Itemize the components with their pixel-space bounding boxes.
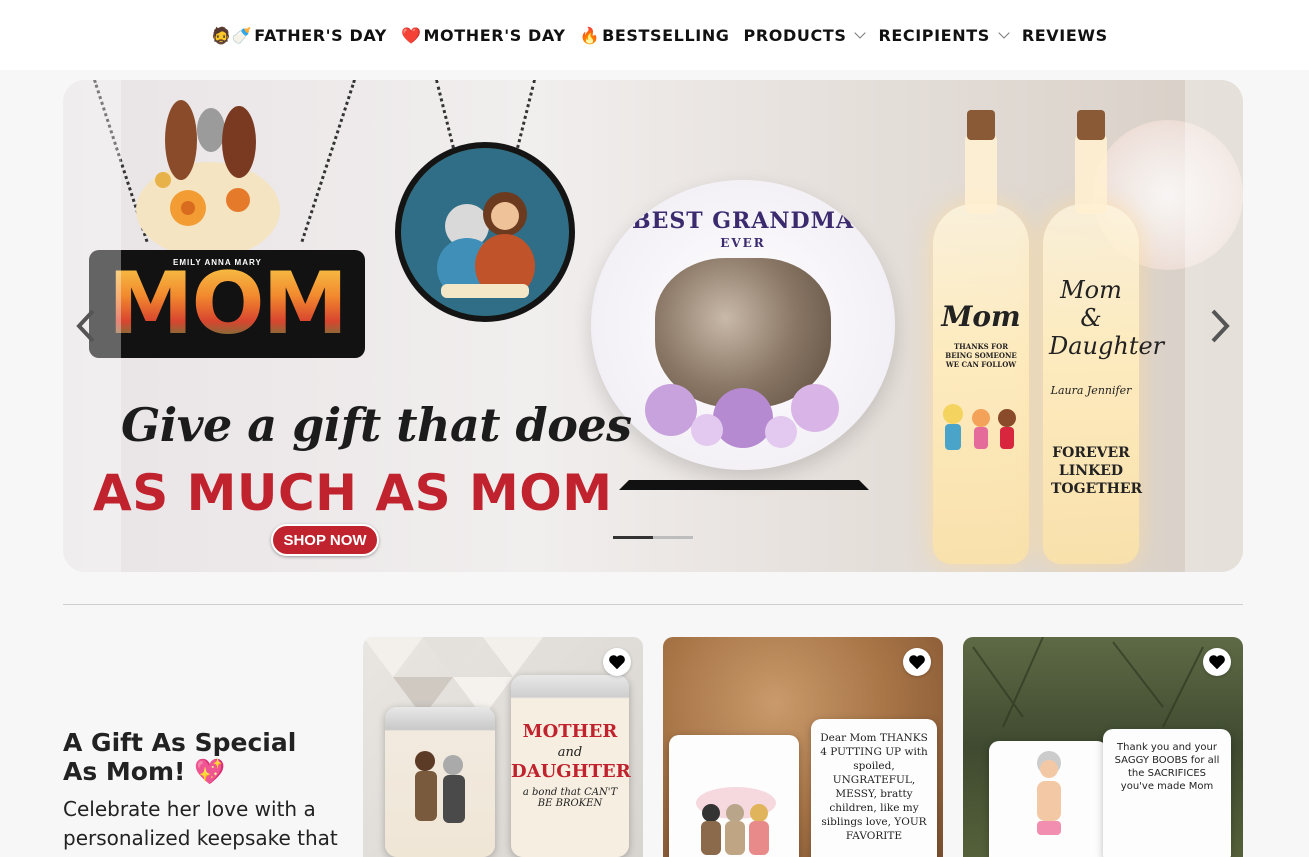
intro-title: A Gift As Special As Mom! 💖 (63, 728, 297, 786)
nav-fathers-day-label: FATHER'S DAY (254, 25, 387, 45)
mom-daughter-bottle-light: Mom & Daughter Laura Jennifer FOREVER LI… (1043, 110, 1165, 564)
mom-sign-names: EMILY ANNA MARY (173, 258, 262, 267)
tumbler-text-mother: MOTHER (522, 721, 618, 742)
bottle2-names: Laura Jennifer (1050, 384, 1132, 397)
women-illustration (136, 100, 280, 258)
wishlist-button[interactable] (903, 648, 931, 676)
bottle1-text: THANKS FOR BEING SOMEONE WE CAN FOLLOW (945, 342, 1017, 369)
intro-body: Celebrate her love with a personalized k… (63, 797, 338, 850)
saggy-mug-text: Thank you and your SAGGY BOOBS for all t… (1114, 742, 1220, 792)
mug-right: Dear Mom THANKS 4 PUTTING UP with spoile… (811, 719, 937, 857)
tumbler-left (385, 707, 495, 857)
mug-right: Thank you and your SAGGY BOOBS for all t… (1103, 729, 1231, 857)
dear-mom-mug-text: Dear Mom THANKS 4 PUTTING UP with spoile… (820, 732, 928, 842)
mom-bottle-light: Mom THANKS FOR BEING SOMEONE WE CAN FOLL… (933, 110, 1029, 564)
grandma-stained-glass (395, 142, 575, 322)
plate-subtitle: EVER (720, 236, 766, 250)
fire-icon: 🔥 (579, 25, 601, 45)
nav-reviews-label: REVIEWS (1021, 25, 1108, 45)
carousel-dot-1[interactable] (613, 536, 653, 539)
product-card-tumblers[interactable]: MOTHER and DAUGHTER a bond that CAN'T BE… (363, 637, 643, 857)
plate-title: BEST GRANDMA (631, 208, 855, 234)
nav-recipients-label: RECIPIENTS (878, 25, 990, 45)
tumbler-right: MOTHER and DAUGHTER a bond that CAN'T BE… (511, 675, 631, 857)
nav-bestselling[interactable]: 🔥 BESTSELLING (580, 26, 730, 45)
wishlist-button[interactable] (603, 648, 631, 676)
hero-subheadline: AS MUCH AS MOM (93, 464, 613, 522)
product-card-dear-mom-mug[interactable]: Dear Mom THANKS 4 PUTTING UP with spoile… (663, 637, 943, 857)
heart-icon: ❤️ (401, 25, 422, 45)
nav-fathers-day[interactable]: 🧔🍼 FATHER'S DAY (211, 26, 387, 45)
father-baby-icon: 🧔🍼 (211, 25, 253, 45)
chevron-down-icon (998, 27, 1010, 39)
plate-stand (619, 410, 869, 490)
heart-icon (609, 655, 625, 670)
mom-sign-text: MOM (107, 254, 348, 354)
main-nav: 🧔🍼 FATHER'S DAY ❤️ MOTHER'S DAY 🔥 BESTSE… (0, 0, 1309, 70)
nav-mothers-day[interactable]: ❤️ MOTHER'S DAY (401, 26, 566, 45)
nav-bestselling-label: BESTSELLING (602, 25, 730, 45)
tumbler-text-tag: a bond that CAN'T BE BROKEN (522, 787, 618, 809)
nav-mothers-day-label: MOTHER'S DAY (423, 25, 566, 45)
carousel-next-button[interactable] (1205, 306, 1235, 346)
chevron-left-icon (76, 309, 95, 343)
wishlist-button[interactable] (1203, 648, 1231, 676)
carousel-dots (613, 536, 693, 539)
hero-banner[interactable]: MOM EMILY ANNA MARY BEST GRANDMA EVER Mo… (63, 80, 1243, 572)
heart-icon (1209, 655, 1225, 670)
bottle2-title: Mom & Daughter (1049, 276, 1165, 360)
product-card-saggy-mug[interactable]: Thank you and your SAGGY BOOBS for all t… (963, 637, 1243, 857)
bottle2-text: FOREVER LINKED TOGETHER (1051, 445, 1143, 497)
carousel-prev-button[interactable] (71, 306, 101, 346)
nav-recipients[interactable]: RECIPIENTS (878, 25, 1010, 45)
tumbler-text-and: and (557, 745, 583, 760)
tumbler-text-daughter: DAUGHTER (511, 761, 631, 782)
mug-left (989, 741, 1107, 857)
bottle1-kids-illustration (943, 404, 1016, 450)
chain-glass-right (516, 80, 536, 149)
chain-right (300, 80, 356, 243)
shop-now-button[interactable]: SHOP NOW (271, 524, 379, 556)
bottle1-title: Mom (941, 300, 1021, 333)
hero-headline: Give a gift that does (121, 398, 632, 452)
chain-glass-left (435, 80, 455, 149)
nav-products-label: PRODUCTS (743, 25, 847, 45)
chevron-down-icon (854, 27, 867, 39)
nav-reviews[interactable]: REVIEWS (1022, 26, 1108, 45)
carousel-dot-2[interactable] (653, 536, 693, 539)
nav-products[interactable]: PRODUCTS (743, 25, 867, 45)
heart-icon (909, 655, 925, 670)
chevron-right-icon (1211, 309, 1230, 343)
section-divider (63, 604, 1243, 605)
